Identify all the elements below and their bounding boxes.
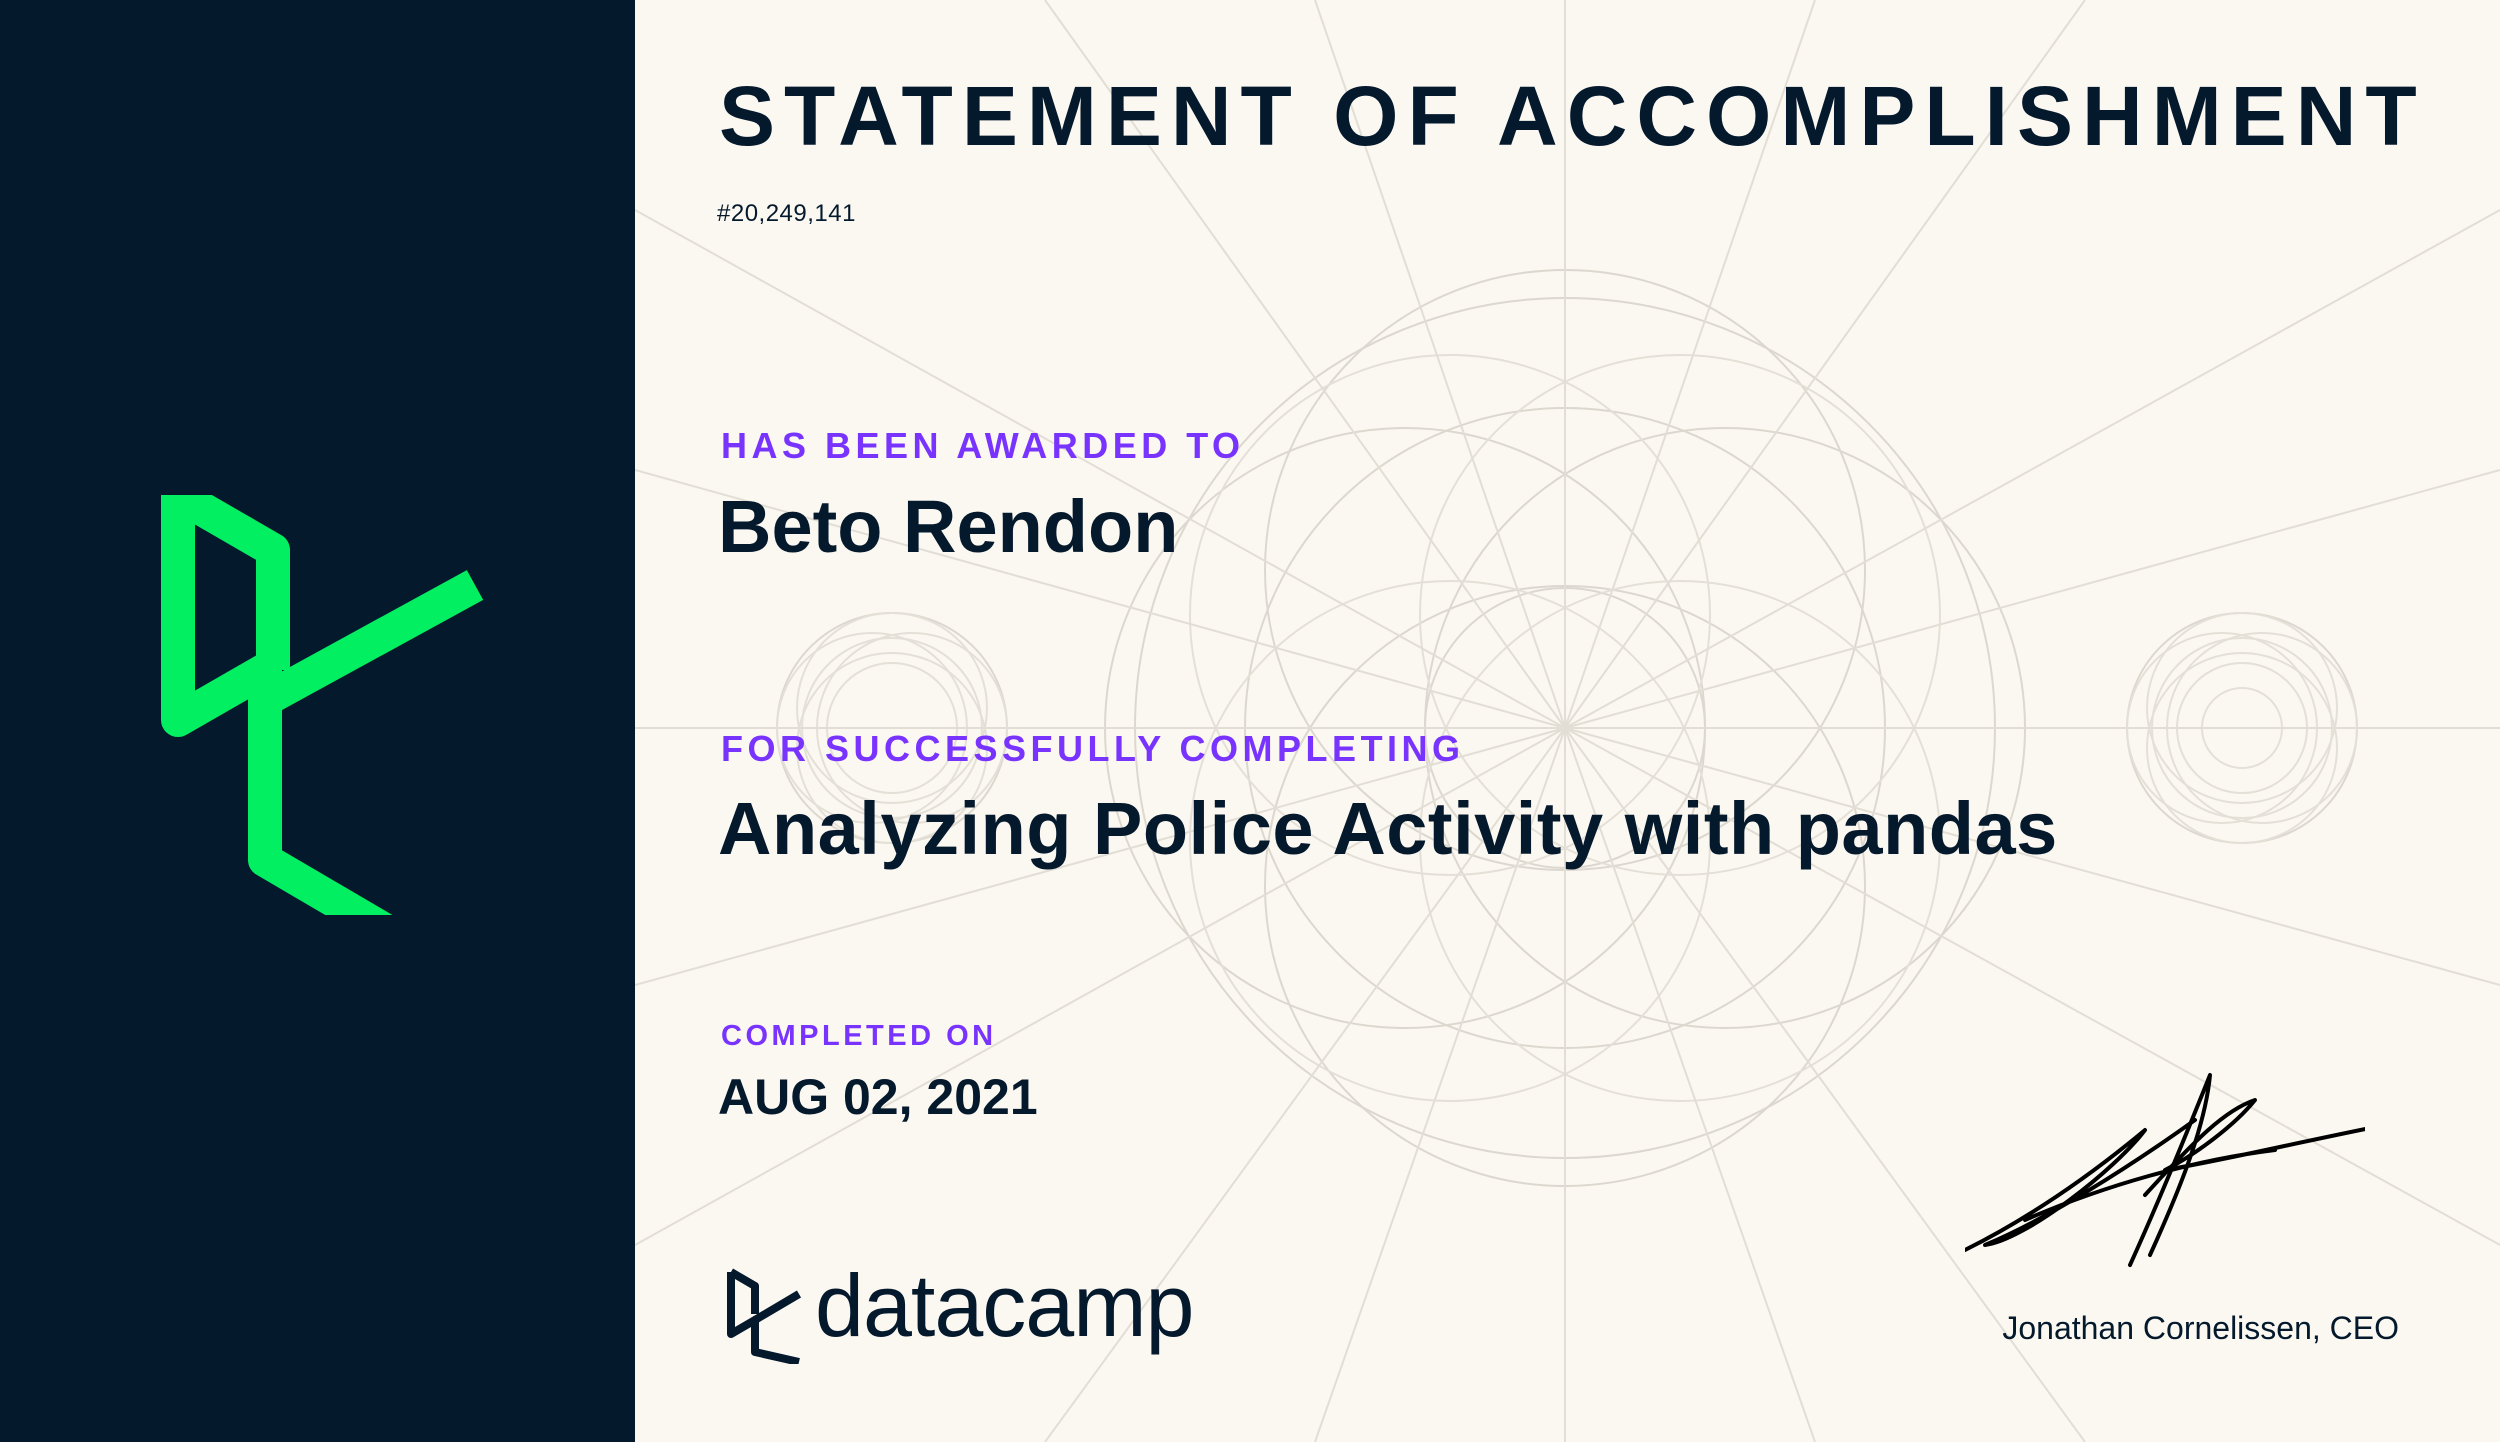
ceo-signature	[1965, 1073, 2365, 1267]
completed-label: COMPLETED ON	[721, 1020, 997, 1052]
datacamp-logo-icon	[727, 1268, 802, 1364]
certificate-body: STATEMENT OF ACCOMPLISHMENT #20,249,141 …	[635, 0, 2500, 1442]
datacamp-brand: datacamp	[725, 1262, 1245, 1372]
brand-wordmark: datacamp	[815, 1256, 1194, 1355]
awarded-label: HAS BEEN AWARDED TO	[721, 425, 1245, 466]
recipient-name: Beto Rendon	[718, 485, 1179, 568]
datacamp-logo-icon	[161, 495, 484, 915]
certificate-id: #20,249,141	[717, 200, 856, 227]
signer-name: Jonathan Cornelissen, CEO	[2002, 1310, 2399, 1346]
completed-date: AUG 02, 2021	[718, 1069, 1038, 1125]
sidebar-panel	[0, 0, 635, 1442]
certificate-title: STATEMENT OF ACCOMPLISHMENT	[719, 69, 2426, 163]
completing-label: FOR SUCCESSFULLY COMPLETING	[721, 728, 1465, 769]
course-name: Analyzing Police Activity with pandas	[718, 787, 2058, 870]
